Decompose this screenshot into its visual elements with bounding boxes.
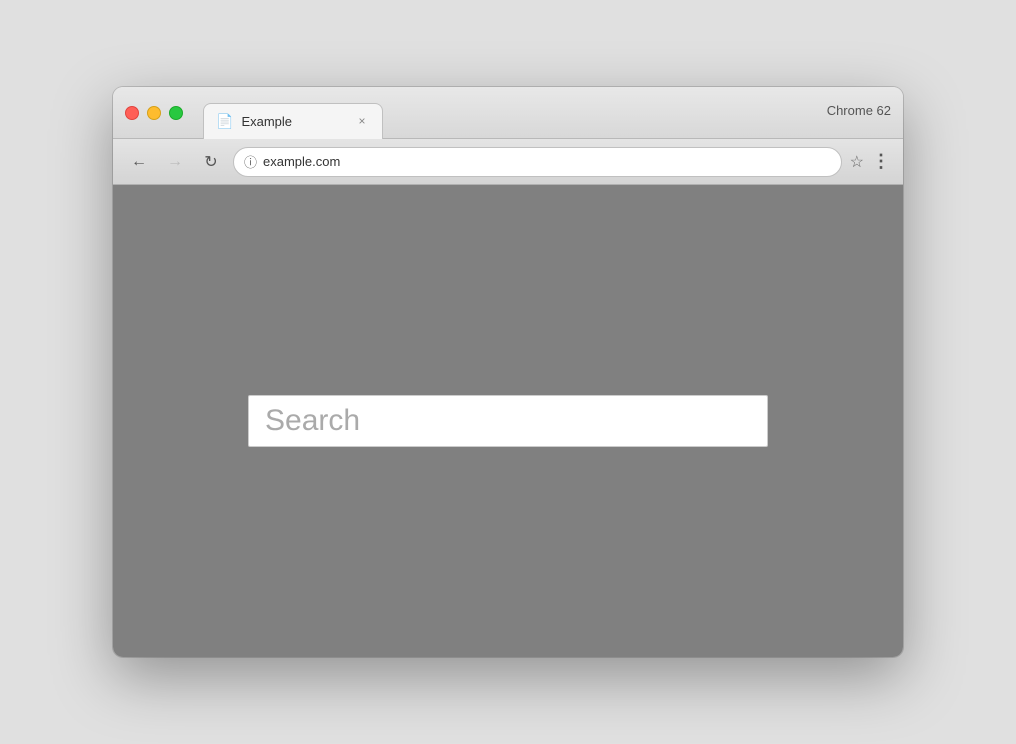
security-icon: ⓘ xyxy=(244,152,257,171)
close-button[interactable] xyxy=(125,106,139,120)
tab-title: Example xyxy=(241,114,346,129)
title-bar: 📄 Example × Chrome 62 xyxy=(113,87,903,139)
minimize-button[interactable] xyxy=(147,106,161,120)
toolbar: ← → ↻ ⓘ example.com ☆ ⋮ xyxy=(113,139,903,185)
maximize-button[interactable] xyxy=(169,106,183,120)
chrome-version-label: Chrome 62 xyxy=(827,103,891,122)
address-bar[interactable]: ⓘ example.com xyxy=(233,147,842,177)
tab-close-button[interactable]: × xyxy=(354,113,370,129)
tab-page-icon: 📄 xyxy=(216,113,233,130)
page-content xyxy=(113,185,903,657)
back-button[interactable]: ← xyxy=(125,148,153,176)
search-input[interactable] xyxy=(248,395,768,447)
reload-button[interactable]: ↻ xyxy=(197,148,225,176)
browser-tab[interactable]: 📄 Example × xyxy=(203,103,383,139)
browser-window: 📄 Example × Chrome 62 ← → ↻ ⓘ example.co… xyxy=(113,87,903,657)
address-text: example.com xyxy=(263,154,831,169)
traffic-lights xyxy=(125,106,183,120)
new-tab-area xyxy=(391,112,819,114)
forward-button[interactable]: → xyxy=(161,148,189,176)
bookmark-button[interactable]: ☆ xyxy=(850,152,864,172)
browser-menu-button[interactable]: ⋮ xyxy=(872,151,891,172)
